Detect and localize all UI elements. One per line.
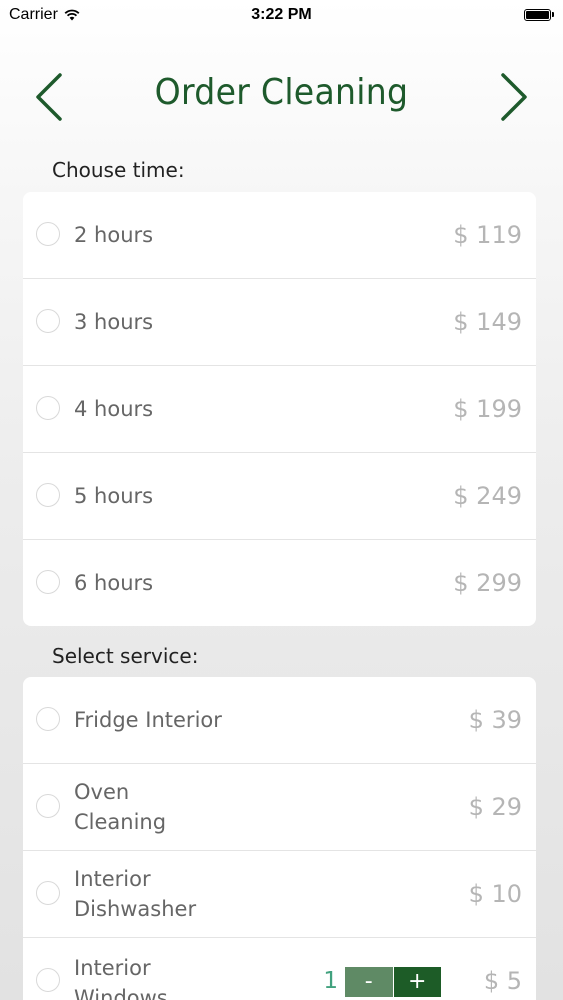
forward-button[interactable]: [493, 72, 533, 122]
service-option-label: Fridge Interior: [74, 708, 222, 732]
chevron-right-icon: [501, 73, 527, 121]
service-option-row[interactable]: Oven Cleaning $ 29: [23, 764, 536, 851]
service-option-row[interactable]: Interior Dishwasher $ 10: [23, 851, 536, 938]
time-option-row[interactable]: 5 hours $ 249: [23, 453, 536, 540]
time-section-label: Chouse time:: [52, 158, 185, 182]
time-options-list: 2 hours $ 119 3 hours $ 149 4 hours $ 19…: [23, 192, 536, 626]
time-option-label: 4 hours: [74, 397, 154, 421]
radio-button[interactable]: [36, 309, 60, 333]
increment-button[interactable]: +: [393, 967, 441, 997]
time-option-label: 6 hours: [74, 571, 154, 595]
radio-button[interactable]: [36, 707, 60, 731]
time-option-label: 3 hours: [74, 310, 154, 334]
quantity-stepper: - +: [345, 967, 441, 997]
status-time: 3:22 PM: [251, 6, 312, 23]
quantity-value: 1: [323, 968, 338, 994]
status-bar: Carrier 3:22 PM: [0, 0, 563, 30]
time-option-label: 5 hours: [74, 484, 154, 508]
time-option-price: $ 249: [453, 482, 522, 510]
service-option-price: $ 39: [468, 706, 522, 734]
service-option-label: Interior Dishwasher: [74, 867, 197, 921]
navigation-bar: Order Cleaning: [0, 60, 563, 132]
service-option-price: $ 29: [468, 793, 522, 821]
radio-button[interactable]: [36, 396, 60, 420]
radio-button[interactable]: [36, 881, 60, 905]
service-option-row[interactable]: Interior Windows 1 - + $ 5: [23, 938, 536, 1000]
service-option-price: $ 10: [468, 880, 522, 908]
service-option-label: Oven Cleaning: [74, 780, 167, 834]
time-option-price: $ 119: [453, 221, 522, 249]
time-option-row[interactable]: 4 hours $ 199: [23, 366, 536, 453]
time-option-row[interactable]: 2 hours $ 119: [23, 192, 536, 279]
service-option-row[interactable]: Fridge Interior $ 39: [23, 677, 536, 764]
battery-level: [526, 10, 549, 19]
time-option-price: $ 299: [453, 569, 522, 597]
decrement-button[interactable]: -: [345, 967, 394, 997]
radio-button[interactable]: [36, 794, 60, 818]
radio-button[interactable]: [36, 222, 60, 246]
page-title: Order Cleaning: [154, 72, 409, 113]
time-option-label: 2 hours: [74, 223, 154, 247]
time-option-price: $ 149: [453, 308, 522, 336]
radio-button[interactable]: [36, 968, 60, 992]
service-options-list: Fridge Interior $ 39 Oven Cleaning $ 29 …: [23, 677, 536, 1000]
service-option-label: Interior Windows: [74, 956, 168, 1000]
service-option-price: $ 5: [483, 967, 522, 995]
radio-button[interactable]: [36, 483, 60, 507]
radio-button[interactable]: [36, 570, 60, 594]
time-option-price: $ 199: [453, 395, 522, 423]
time-option-row[interactable]: 3 hours $ 149: [23, 279, 536, 366]
service-section-label: Select service:: [52, 644, 199, 668]
time-option-row[interactable]: 6 hours $ 299: [23, 540, 536, 626]
battery-icon: [524, 8, 555, 21]
